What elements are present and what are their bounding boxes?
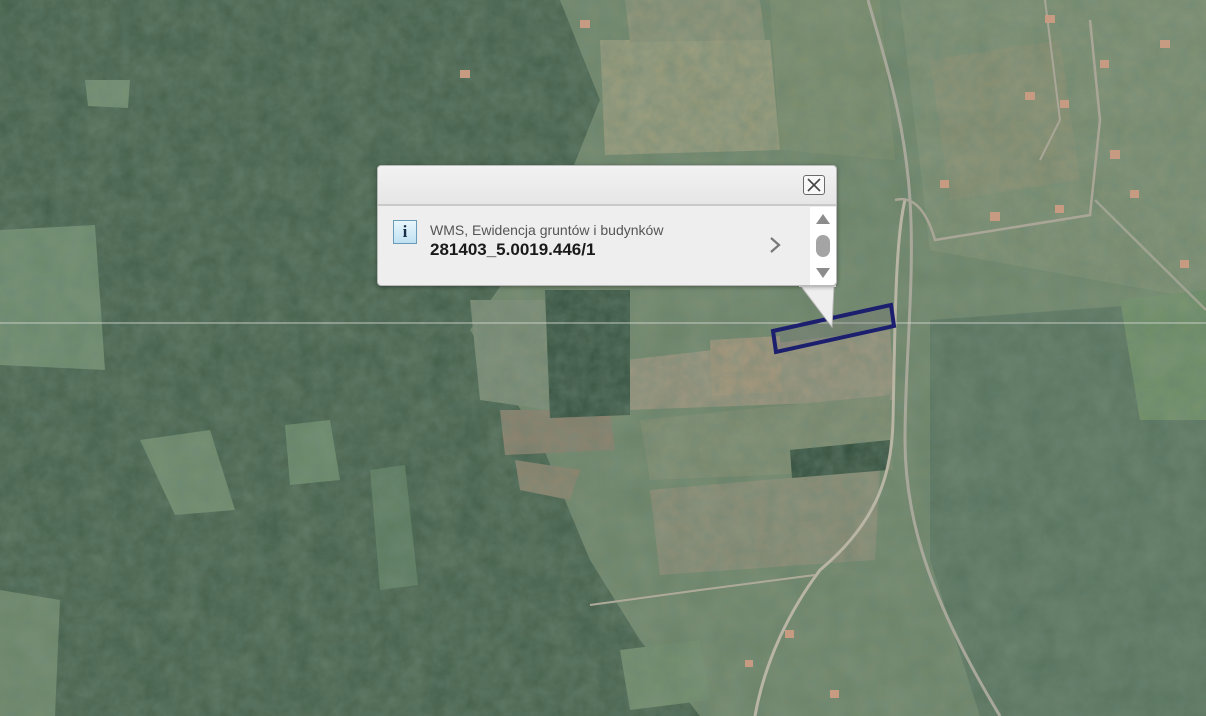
map-canvas[interactable]: i WMS, Ewidencja gruntów i budynków 2814… bbox=[0, 0, 1206, 716]
close-button[interactable] bbox=[803, 175, 825, 195]
info-icon: i bbox=[393, 220, 417, 244]
layer-name: WMS, Ewidencja gruntów i budynków bbox=[430, 222, 664, 238]
triangle-down-icon[interactable] bbox=[815, 267, 831, 279]
feature-info-popup: i WMS, Ewidencja gruntów i budynków 2814… bbox=[377, 165, 837, 286]
parcel-id: 281403_5.0019.446/1 bbox=[430, 240, 596, 259]
chevron-right-icon[interactable] bbox=[768, 235, 782, 255]
triangle-up-icon[interactable] bbox=[815, 213, 831, 225]
close-icon bbox=[807, 178, 821, 192]
popup-tail bbox=[799, 285, 836, 329]
popup-header bbox=[378, 166, 836, 206]
satellite-imagery bbox=[0, 0, 1206, 716]
scrollbar-thumb[interactable] bbox=[816, 235, 830, 257]
popup-scrollbar[interactable] bbox=[810, 207, 836, 285]
popup-body: i WMS, Ewidencja gruntów i budynków 2814… bbox=[378, 207, 836, 285]
